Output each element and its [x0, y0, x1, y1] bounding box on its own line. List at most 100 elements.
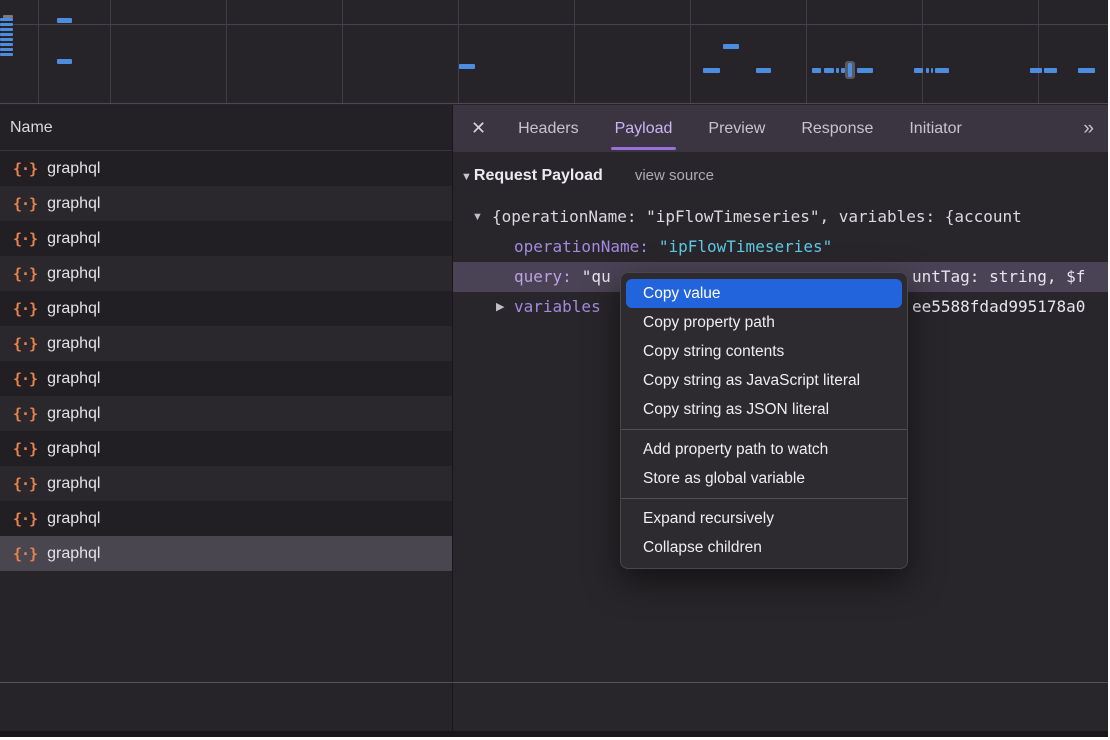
waterfall-bar: [926, 68, 929, 73]
request-row[interactable]: {·} graphql: [0, 396, 452, 431]
waterfall-bar: [756, 68, 771, 73]
waterfall-bar: [1044, 68, 1057, 73]
request-payload-title[interactable]: ▼Request Payload: [461, 167, 603, 185]
request-name-label: graphql: [47, 160, 100, 178]
context-menu: Copy valueCopy property pathCopy string …: [620, 272, 908, 569]
tab-initiator[interactable]: Initiator: [903, 105, 967, 152]
request-row[interactable]: {·}graphql: [0, 326, 452, 361]
expand-triangle-icon[interactable]: ▼: [472, 202, 483, 232]
json-fetch-icon: {·}: [13, 335, 37, 353]
request-row[interactable]: {·}graphql: [0, 186, 452, 221]
request-payload-label: Request Payload: [474, 167, 603, 184]
request-row[interactable]: {·} graphql: [0, 291, 452, 326]
request-row-selected[interactable]: {·}graphql: [0, 536, 452, 571]
waterfall-bar: [848, 63, 852, 77]
timeline-gridline: [806, 0, 807, 103]
menu-item-copy-property-path[interactable]: Copy property path: [626, 308, 902, 337]
summary-bar-divider: [0, 682, 1108, 683]
detail-tabbar: ✕ Headers Payload Preview Response Initiator…: [453, 105, 1108, 152]
tree-row-operation-name[interactable]: operationName: "ipFlowTimeseries": [453, 232, 1108, 262]
tab-response[interactable]: Response: [795, 105, 879, 152]
json-fetch-icon: {·}: [13, 510, 37, 528]
waterfall-bar: [723, 44, 739, 49]
request-name-label: graphql: [47, 405, 100, 423]
tab-payload[interactable]: Payload: [609, 105, 679, 152]
json-fetch-icon: {·}: [13, 300, 37, 318]
more-tabs-icon[interactable]: »: [1083, 118, 1092, 140]
context-menu-group: Expand recursivelyCollapse children: [621, 498, 907, 562]
expand-triangle-icon[interactable]: ▶: [496, 292, 504, 322]
request-row[interactable]: {·} graphql: [0, 466, 452, 501]
window-bottom-edge: [0, 731, 1108, 737]
context-menu-group: Copy valueCopy property pathCopy string …: [621, 279, 907, 424]
timeline-gridline: [38, 0, 39, 103]
timeline-gridline: [342, 0, 343, 103]
menu-item-copy-string-as-json-literal[interactable]: Copy string as JSON literal: [626, 395, 902, 424]
property-key: query:: [514, 267, 572, 286]
request-name-label: graphql: [47, 300, 100, 318]
menu-item-collapse-children[interactable]: Collapse children: [626, 533, 902, 562]
waterfall-bar: [57, 18, 72, 23]
tree-row-object-preview[interactable]: ▼ {operationName: "ipFlowTimeseries", va…: [453, 202, 1108, 232]
waterfall-bar: [836, 68, 839, 73]
request-name-label: graphql: [47, 440, 100, 458]
waterfall-bar: [57, 59, 72, 64]
request-payload-section: ▼Request Payload view source: [461, 167, 714, 185]
menu-item-copy-value[interactable]: Copy value: [626, 279, 902, 308]
json-fetch-icon: {·}: [13, 370, 37, 388]
menu-item-copy-string-as-javascript-literal[interactable]: Copy string as JavaScript literal: [626, 366, 902, 395]
menu-item-expand-recursively[interactable]: Expand recursively: [626, 504, 902, 533]
json-fetch-icon: {·}: [13, 405, 37, 423]
waterfall-bar: [824, 68, 834, 73]
request-name-label: graphql: [47, 230, 100, 248]
waterfall-bar: [0, 23, 13, 26]
waterfall-bar: [931, 68, 933, 73]
property-key: operationName:: [514, 237, 649, 256]
query-pair: query:"qu: [514, 262, 611, 292]
waterfall-selected-marker: [845, 61, 855, 79]
timeline-gridline: [690, 0, 691, 103]
waterfall-bar: [459, 64, 475, 69]
tab-preview[interactable]: Preview: [702, 105, 771, 152]
name-column-header[interactable]: Name: [0, 105, 452, 151]
json-fetch-icon: {·}: [13, 475, 37, 493]
request-row[interactable]: {·}graphql: [0, 431, 452, 466]
close-icon[interactable]: ✕: [471, 118, 486, 139]
tab-strip: Headers Payload Preview Response Initiator: [500, 105, 980, 152]
collapse-triangle-icon[interactable]: ▼: [461, 171, 472, 183]
object-preview-text: {operationName: "ipFlowTimeseries", vari…: [492, 202, 1022, 232]
timeline-gridline: [922, 0, 923, 103]
timeline-gridline: [458, 0, 459, 103]
request-row[interactable]: {·}graphql: [0, 361, 452, 396]
network-overview-waterfall[interactable]: [0, 0, 1108, 104]
waterfall-bar: [0, 28, 13, 31]
timeline-gridline: [1038, 0, 1039, 103]
overview-divider-line: [0, 24, 1108, 25]
waterfall-bar: [0, 18, 13, 21]
view-source-link[interactable]: view source: [635, 167, 714, 184]
waterfall-bar: [0, 33, 13, 36]
menu-item-copy-string-contents[interactable]: Copy string contents: [626, 337, 902, 366]
json-fetch-icon: {·}: [13, 230, 37, 248]
context-menu-group: Add property path to watchStore as globa…: [621, 429, 907, 493]
request-name-label: graphql: [47, 265, 100, 283]
menu-item-add-property-path-to-watch[interactable]: Add property path to watch: [626, 435, 902, 464]
property-key: variables: [514, 292, 601, 322]
request-name-label: graphql: [47, 195, 100, 213]
menu-item-store-as-global-variable[interactable]: Store as global variable: [626, 464, 902, 493]
waterfall-bar: [0, 48, 13, 51]
request-row[interactable]: {·}graphql: [0, 501, 452, 536]
waterfall-bar: [0, 53, 13, 56]
waterfall-bar: [857, 68, 873, 73]
query-right-fragment: untTag: string, $f: [912, 262, 1085, 292]
waterfall-bar: [914, 68, 923, 73]
property-value: "ipFlowTimeseries": [659, 237, 832, 256]
tab-headers[interactable]: Headers: [512, 105, 584, 152]
json-fetch-icon: {·}: [13, 265, 37, 283]
request-row[interactable]: {·} graphql: [0, 221, 452, 256]
request-row[interactable]: {·}graphql: [0, 151, 452, 186]
request-name-label: graphql: [47, 475, 100, 493]
variables-right-fragment: ee5588fdad995178a0: [912, 292, 1085, 322]
request-row[interactable]: {·} graphql: [0, 256, 452, 291]
waterfall-bar: [0, 43, 13, 46]
